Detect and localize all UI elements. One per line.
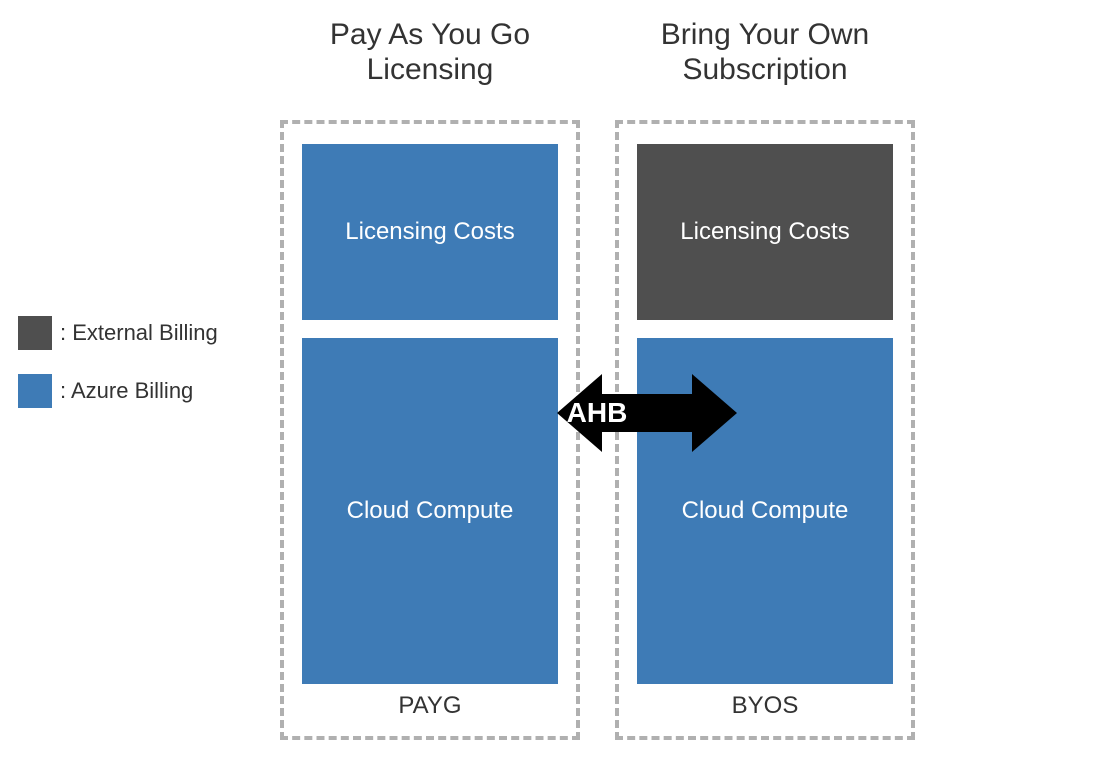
legend-row-azure: : Azure Billing (18, 374, 218, 408)
legend-swatch-azure (18, 374, 52, 408)
right-licensing-block: Licensing Costs (637, 144, 893, 320)
ahb-arrow: AHB (442, 370, 752, 456)
right-footer: BYOS (619, 692, 911, 720)
left-column-title: Pay As You Go Licensing (280, 18, 580, 87)
left-title-line1: Pay As You Go (280, 18, 580, 53)
legend-label-external: : External Billing (60, 320, 218, 346)
legend-swatch-external (18, 316, 52, 350)
right-licensing-label: Licensing Costs (680, 218, 849, 246)
legend-label-azure: : Azure Billing (60, 378, 193, 404)
left-licensing-label: Licensing Costs (345, 218, 514, 246)
right-column-title: Bring Your Own Subscription (615, 18, 915, 87)
right-compute-label: Cloud Compute (682, 497, 849, 525)
legend: : External Billing : Azure Billing (18, 316, 218, 432)
diagram-stage: : External Billing : Azure Billing Pay A… (0, 0, 1103, 761)
right-title-line2: Subscription (615, 53, 915, 88)
right-title-line1: Bring Your Own (615, 18, 915, 53)
legend-row-external: : External Billing (18, 316, 218, 350)
left-licensing-block: Licensing Costs (302, 144, 558, 320)
left-footer: PAYG (284, 692, 576, 720)
double-arrow-icon (442, 370, 752, 456)
left-compute-label: Cloud Compute (347, 497, 514, 525)
left-title-line2: Licensing (280, 53, 580, 88)
